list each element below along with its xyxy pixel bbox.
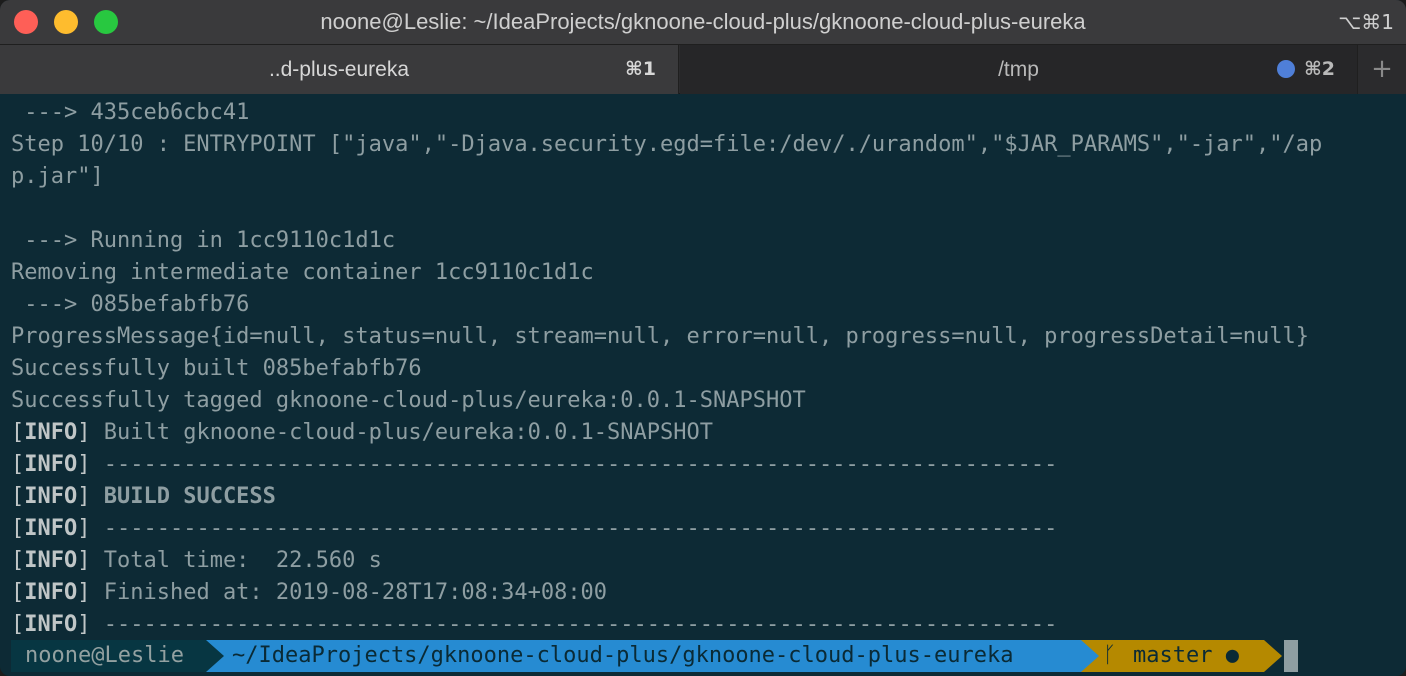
- prompt-git-segment: ᚴ master ●: [1081, 640, 1264, 672]
- terminal-output[interactable]: ---> 435ceb6cbc41 Step 10/10 : ENTRYPOIN…: [0, 94, 1406, 676]
- prompt-path: ~/IdeaProjects/gknoone-cloud-plus/gknoon…: [232, 643, 1014, 668]
- info-text: ----------------------------------------…: [103, 516, 1058, 541]
- info-prefix: INFO: [24, 580, 78, 605]
- terminal-line: Step 10/10 : ENTRYPOINT ["java","-Djava.…: [11, 132, 1323, 157]
- segment-separator-icon: [1081, 640, 1099, 672]
- terminal-line: ---> Running in 1cc9110c1d1c: [11, 228, 396, 253]
- terminal-cursor[interactable]: [1284, 640, 1298, 672]
- info-prefix: INFO: [24, 420, 78, 445]
- terminal-line: p.jar"]: [11, 164, 104, 189]
- terminal-window: noone@Leslie: ~/IdeaProjects/gknoone-clo…: [0, 0, 1406, 676]
- info-prefix: INFO: [24, 548, 78, 573]
- info-prefix: INFO: [24, 452, 78, 477]
- tab-shortcut: ⌘2: [1304, 58, 1335, 80]
- terminal-line: ---> 085befabfb76: [11, 292, 250, 317]
- info-text: Built gknoone-cloud-plus/eureka:0.0.1-SN…: [103, 420, 714, 445]
- info-text: Total time: 22.560 s: [103, 548, 382, 573]
- tab-label: /tmp: [998, 58, 1039, 81]
- info-line: [INFO] Built gknoone-cloud-plus/eureka:0…: [11, 420, 714, 445]
- shell-prompt: noone@Leslie ~/IdeaProjects/gknoone-clou…: [11, 640, 1298, 672]
- tab-tmp[interactable]: /tmp ⌘2: [680, 45, 1358, 94]
- prompt-user: noone@Leslie: [25, 643, 184, 668]
- prompt-user-segment: noone@Leslie: [11, 640, 206, 672]
- tab-label: ..d-plus-eureka: [268, 58, 410, 81]
- info-line: [INFO] ---------------------------------…: [11, 516, 1058, 541]
- terminal-line: ProgressMessage{id=null, status=null, st…: [11, 324, 1310, 349]
- info-prefix: INFO: [24, 612, 78, 637]
- terminal-lines: ---> 435ceb6cbc41 Step 10/10 : ENTRYPOIN…: [11, 97, 1401, 641]
- info-line: [INFO] ---------------------------------…: [11, 612, 1058, 637]
- terminal-line: Removing intermediate container 1cc9110c…: [11, 260, 594, 285]
- prompt-path-segment: ~/IdeaProjects/gknoone-cloud-plus/gknoon…: [206, 640, 1081, 672]
- maximize-window-button[interactable]: [94, 10, 118, 34]
- info-line: [INFO] ---------------------------------…: [11, 452, 1058, 477]
- new-tab-button[interactable]: +: [1358, 45, 1406, 94]
- close-window-button[interactable]: [14, 10, 38, 34]
- tab-bar: ..d-plus-eureka ⌘1 /tmp ⌘2 +: [0, 44, 1406, 94]
- tab-shortcut: ⌘1: [625, 58, 656, 80]
- info-line: [INFO] Total time: 22.560 s: [11, 548, 382, 573]
- terminal-line: Successfully built 085befabfb76: [11, 356, 422, 381]
- terminal-line: ---> 435ceb6cbc41: [11, 100, 250, 125]
- info-text: Finished at: 2019-08-28T17:08:34+08:00: [103, 580, 608, 605]
- title-bar: noone@Leslie: ~/IdeaProjects/gknoone-clo…: [0, 0, 1406, 44]
- info-line: [INFO] Finished at: 2019-08-28T17:08:34+…: [11, 580, 608, 605]
- segment-separator-icon: [206, 640, 224, 672]
- window-title: noone@Leslie: ~/IdeaProjects/gknoone-clo…: [320, 9, 1086, 34]
- window-shortcut: ⌥⌘1: [1338, 10, 1394, 34]
- segment-separator-icon: [1264, 640, 1282, 672]
- info-line: [INFO] BUILD SUCCESS: [11, 484, 276, 509]
- tab-eureka[interactable]: ..d-plus-eureka ⌘1: [0, 45, 679, 94]
- activity-dot-icon: [1277, 60, 1295, 78]
- info-prefix: INFO: [24, 516, 78, 541]
- info-prefix: INFO: [24, 484, 78, 509]
- minimize-window-button[interactable]: [54, 10, 78, 34]
- build-success-text: BUILD SUCCESS: [103, 484, 276, 509]
- prompt-branch: master ●: [1133, 643, 1239, 668]
- info-text: ----------------------------------------…: [103, 452, 1058, 477]
- info-text: ----------------------------------------…: [103, 612, 1058, 637]
- git-branch-icon: ᚴ: [1103, 643, 1117, 668]
- terminal-line: Successfully tagged gknoone-cloud-plus/e…: [11, 388, 806, 413]
